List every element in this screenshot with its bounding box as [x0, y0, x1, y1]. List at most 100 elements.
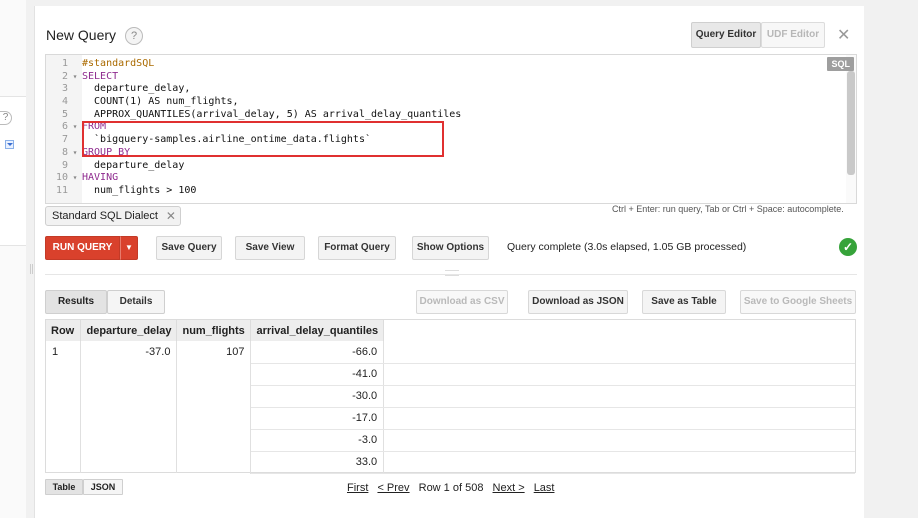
code-text: departure_delay,: [82, 83, 191, 95]
column-header: Row: [46, 320, 82, 341]
resize-handle[interactable]: [445, 270, 459, 276]
departure-delay-cell: [80, 385, 178, 407]
save-query-button[interactable]: Save Query: [156, 236, 222, 260]
highlight-box: [82, 121, 444, 157]
table-row: -3.0: [46, 429, 855, 452]
num-flights-cell: [176, 451, 252, 473]
first-page-link[interactable]: First: [347, 482, 368, 494]
empty-cell: [383, 341, 855, 364]
tab-query-editor[interactable]: Query Editor: [691, 22, 761, 48]
line-number: 2: [61, 70, 68, 82]
tab-details[interactable]: Details: [107, 290, 165, 314]
table-row: 33.0: [46, 451, 855, 474]
code-text: APPROX_QUANTILES(arrival_delay, 5) AS ar…: [82, 108, 462, 120]
column-header: num_flights: [176, 320, 252, 341]
run-query-dropdown-icon[interactable]: ▼: [120, 236, 138, 260]
departure-delay-cell: [80, 407, 178, 429]
dialect-chip[interactable]: Standard SQL Dialect ✕: [45, 206, 181, 226]
departure-delay-cell: [80, 451, 178, 473]
row-number-cell: [46, 385, 82, 407]
code-text: num_flights > 100: [82, 184, 197, 196]
run-query-button[interactable]: RUN QUERY: [45, 236, 120, 260]
row-number-cell: 1: [46, 341, 82, 363]
code-text: SELECT: [82, 70, 119, 82]
quantile-cell: -41.0: [250, 363, 385, 386]
quantile-cell: -66.0: [250, 341, 385, 364]
tab-udf-editor[interactable]: UDF Editor: [761, 22, 825, 48]
check-icon: ✓: [839, 238, 857, 256]
header-filler: [383, 320, 855, 341]
results-table: Row departure_delay num_flights arrival_…: [45, 319, 856, 474]
column-header: departure_delay: [80, 320, 178, 341]
show-options-button[interactable]: Show Options: [412, 236, 489, 260]
line-number: 1: [61, 58, 68, 69]
line-number: 3: [61, 83, 68, 95]
fold-icon[interactable]: ▾: [68, 121, 82, 134]
remove-icon[interactable]: ✕: [166, 207, 176, 225]
scrollbar-thumb[interactable]: [847, 71, 855, 175]
view-table-button[interactable]: Table: [45, 479, 83, 495]
line-number: 9: [61, 159, 68, 171]
save-view-button[interactable]: Save View: [235, 236, 305, 260]
help-icon[interactable]: ?: [125, 27, 143, 45]
dropdown-icon[interactable]: [5, 140, 14, 149]
download-csv-button[interactable]: Download as CSV: [416, 290, 508, 314]
column-header: arrival_delay_quantiles: [250, 320, 385, 341]
line-number: 10: [55, 172, 68, 184]
fold-icon[interactable]: ▾: [68, 147, 82, 160]
view-json-button[interactable]: JSON: [83, 479, 123, 495]
next-page-link[interactable]: Next >: [493, 482, 525, 494]
departure-delay-cell: -37.0: [80, 341, 178, 363]
fold-icon[interactable]: ▾: [68, 172, 82, 185]
row-count: Row 1 of 508: [418, 482, 484, 494]
code-line[interactable]: 11 num_flights > 100: [46, 185, 846, 198]
quantile-cell: -3.0: [250, 429, 385, 452]
empty-cell: [383, 363, 855, 386]
code-text: departure_delay: [82, 159, 185, 171]
table-header-row: Row departure_delay num_flights arrival_…: [46, 320, 855, 341]
code-text: #standardSQL: [82, 58, 155, 69]
code-line[interactable]: 5 APPROX_QUANTILES(arrival_delay, 5) AS …: [46, 109, 846, 122]
code-line[interactable]: 10 ▾ HAVING: [46, 172, 846, 185]
line-number: 8: [61, 146, 68, 158]
code-line[interactable]: 3 departure_delay,: [46, 83, 846, 96]
empty-cell: [383, 407, 855, 430]
code-line[interactable]: 1 #standardSQL: [46, 58, 846, 71]
quantile-cell: -17.0: [250, 407, 385, 430]
line-number: 7: [61, 134, 68, 146]
quantile-cell: -30.0: [250, 385, 385, 408]
close-icon[interactable]: ✕: [837, 25, 850, 45]
code-line[interactable]: 9 departure_delay: [46, 160, 846, 173]
fold-icon[interactable]: ▾: [68, 71, 82, 84]
line-number: 4: [61, 96, 68, 108]
code-line[interactable]: 4 COUNT(1) AS num_flights,: [46, 96, 846, 109]
num-flights-cell: [176, 385, 252, 407]
table-row: -41.0: [46, 363, 855, 386]
row-number-cell: [46, 407, 82, 429]
line-number: 6: [61, 121, 68, 133]
prev-page-link[interactable]: < Prev: [377, 482, 409, 494]
num-flights-cell: [176, 429, 252, 451]
empty-cell: [383, 429, 855, 452]
keyboard-hint: Ctrl + Enter: run query, Tab or Ctrl + S…: [612, 204, 844, 214]
line-number: 11: [55, 184, 68, 196]
pagination: First < Prev Row 1 of 508 Next > Last: [347, 482, 560, 494]
save-table-button[interactable]: Save as Table: [642, 290, 726, 314]
departure-delay-cell: [80, 363, 178, 385]
code-text: COUNT(1) AS num_flights,: [82, 96, 239, 108]
line-number: 5: [61, 108, 68, 120]
num-flights-cell: 107: [176, 341, 252, 363]
tab-results[interactable]: Results: [45, 290, 107, 314]
save-sheets-button[interactable]: Save to Google Sheets: [740, 290, 856, 314]
scrollbar[interactable]: [846, 55, 856, 203]
download-json-button[interactable]: Download as JSON: [528, 290, 628, 314]
resize-grip[interactable]: [30, 264, 33, 274]
code-line[interactable]: 2 ▾ SELECT: [46, 71, 846, 84]
dialect-chip-label: Standard SQL Dialect: [52, 210, 158, 222]
last-page-link[interactable]: Last: [534, 482, 555, 494]
format-query-button[interactable]: Format Query: [318, 236, 396, 260]
table-row: -17.0: [46, 407, 855, 430]
page-title: New Query: [46, 27, 117, 43]
departure-delay-cell: [80, 429, 178, 451]
query-status: Query complete (3.0s elapsed, 1.05 GB pr…: [507, 241, 747, 253]
